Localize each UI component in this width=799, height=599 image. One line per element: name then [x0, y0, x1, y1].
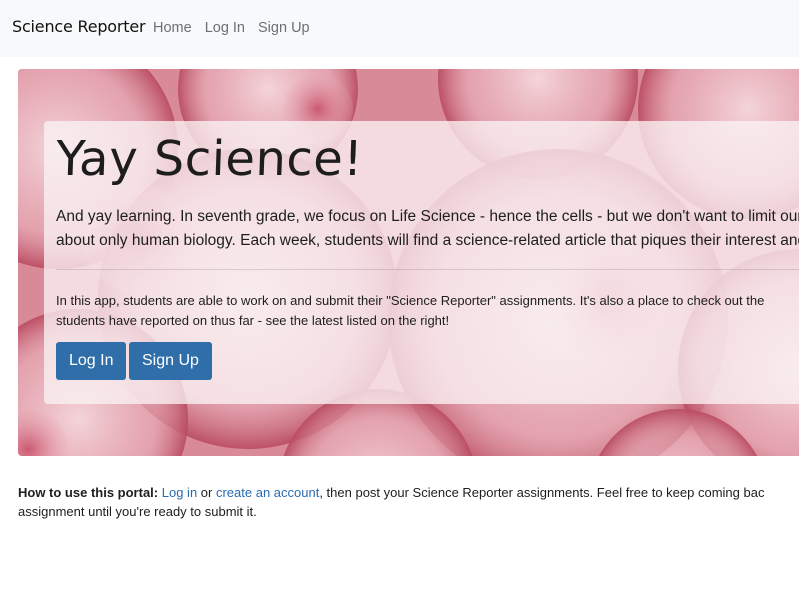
- hero-jumbotron: Yay Science! And yay learning. In sevent…: [18, 69, 799, 456]
- hero-body-line: students have reported on thus far - see…: [56, 313, 450, 328]
- hero-lead-line: about only human biology. Each week, stu…: [56, 232, 799, 249]
- how-to-line: How to use this portal: Log in or create…: [18, 483, 799, 502]
- nav-link-login[interactable]: Log In: [205, 20, 245, 36]
- hero-lead-line: And yay learning. In seventh grade, we f…: [56, 208, 799, 225]
- hero-lead-text: And yay learning. In seventh grade, we f…: [56, 205, 799, 253]
- login-link[interactable]: Log in: [162, 485, 197, 500]
- how-to-use-paragraph: How to use this portal: Log in or create…: [18, 483, 799, 521]
- navbar: Science Reporter Home Log In Sign Up: [0, 0, 799, 57]
- hero-divider: [56, 269, 799, 270]
- how-to-heading: How to use this portal:: [18, 485, 159, 500]
- nav-link-home[interactable]: Home: [153, 20, 192, 36]
- how-to-rest-text: , then post your Science Reporter assign…: [319, 485, 765, 500]
- how-to-line: assignment until you're ready to submit …: [18, 504, 257, 519]
- hero-card: Yay Science! And yay learning. In sevent…: [44, 121, 799, 404]
- or-text: or: [197, 485, 216, 500]
- create-account-link[interactable]: create an account: [216, 485, 319, 500]
- brand-logo-link[interactable]: Science Reporter: [12, 17, 146, 36]
- hero-body-line: In this app, students are able to work o…: [56, 293, 765, 308]
- nav-link-signup[interactable]: Sign Up: [258, 20, 310, 36]
- hero-title: Yay Science!: [55, 131, 365, 187]
- login-button[interactable]: Log In: [56, 342, 127, 380]
- hero-body-text: In this app, students are able to work o…: [56, 291, 799, 331]
- signup-button[interactable]: Sign Up: [129, 342, 212, 380]
- nav-links: Home Log In Sign Up: [153, 20, 310, 36]
